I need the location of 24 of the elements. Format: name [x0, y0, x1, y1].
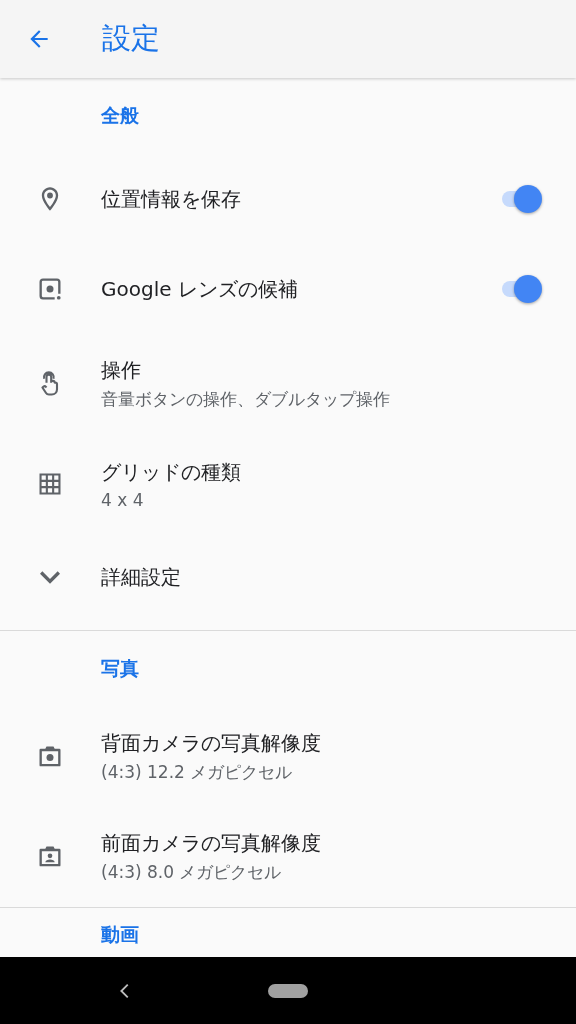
setting-summary: (4:3) 8.0 メガピクセル	[101, 861, 282, 884]
setting-row[interactable]: 位置情報を保存	[0, 154, 576, 244]
setting-title: Google レンズの候補	[101, 275, 298, 303]
screen-title: 設定	[102, 20, 160, 57]
section-header: 全般	[101, 103, 139, 128]
setting-row[interactable]: 操作 音量ボタンの操作、ダブルタップ操作	[0, 334, 576, 434]
setting-row[interactable]: 詳細設定	[0, 534, 576, 620]
setting-title: 背面カメラの写真解像度	[101, 730, 321, 757]
setting-row[interactable]: 背面カメラの写真解像度 (4:3) 12.2 メガピクセル	[0, 707, 576, 807]
section-header: 写真	[101, 656, 139, 681]
setting-summary: 音量ボタンの操作、ダブルタップ操作	[101, 388, 390, 411]
setting-summary: (4:3) 12.2 メガピクセル	[101, 761, 293, 784]
home-pill[interactable]	[268, 983, 308, 998]
setting-title: 前面カメラの写真解像度	[101, 830, 321, 857]
chevron-down-icon	[39, 570, 60, 584]
section-header: 動画	[101, 922, 139, 947]
setting-title: 操作	[101, 357, 141, 384]
setting-row[interactable]: グリッドの種類 4 x 4	[0, 434, 576, 534]
setting-title: 詳細設定	[101, 563, 181, 591]
setting-row[interactable]: 前面カメラの写真解像度 (4:3) 8.0 メガピクセル	[0, 807, 576, 907]
setting-title: グリッドの種類	[101, 458, 241, 486]
setting-summary: 4 x 4	[101, 489, 144, 510]
setting-title: 位置情報を保存	[101, 185, 241, 213]
setting-row[interactable]: Google レンズの候補	[0, 244, 576, 334]
